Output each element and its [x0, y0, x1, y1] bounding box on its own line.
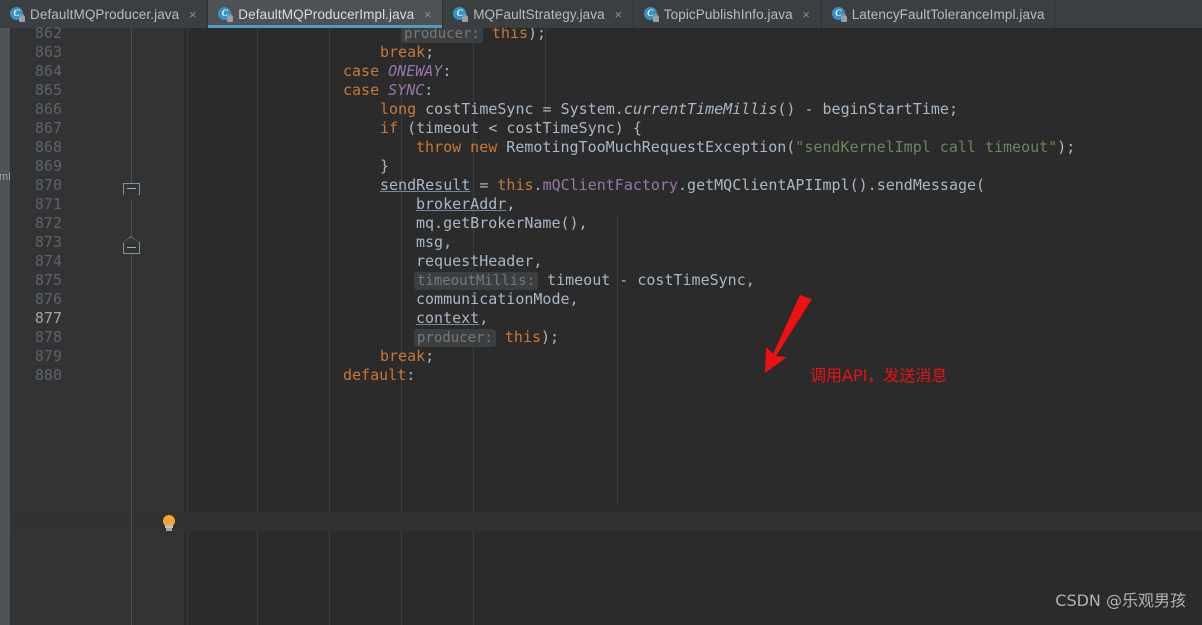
- java-class-icon: C: [831, 7, 847, 22]
- line-number: 870: [34, 176, 62, 194]
- line-number: 863: [34, 43, 62, 61]
- line-number: 875: [34, 271, 62, 289]
- tab-label: TopicPublishInfo.java: [663, 6, 793, 22]
- lock-overlay-icon: [19, 14, 25, 22]
- line-number: 866: [34, 100, 62, 118]
- line-number: 876: [34, 290, 62, 308]
- tab-close-icon[interactable]: ×: [613, 8, 624, 21]
- fold-region-line: [131, 28, 132, 625]
- code-line-866: long costTimeSync = System.currentTimeMi…: [380, 100, 958, 118]
- tab-DefaultMQProducerImpl-java[interactable]: C DefaultMQProducerImpl.java ×: [208, 0, 444, 28]
- tab-MQFaultStrategy-java[interactable]: C MQFaultStrategy.java ×: [443, 0, 634, 28]
- line-number: 864: [34, 62, 62, 80]
- code-line-869: }: [380, 157, 390, 175]
- caret-line-highlight: [184, 512, 1202, 531]
- line-number: 865: [34, 81, 62, 99]
- code-line-875: timeoutMillis: timeout - costTimeSync,: [414, 271, 755, 290]
- code-line-876: communicationMode,: [416, 290, 579, 308]
- tab-close-icon[interactable]: ×: [422, 8, 433, 21]
- line-number: 871: [34, 195, 62, 213]
- line-number: 867: [34, 119, 62, 137]
- code-line-867: if (timeout < costTimeSync) {: [380, 119, 642, 137]
- line-number: 869: [34, 157, 62, 175]
- tab-label: DefaultMQProducerImpl.java: [238, 6, 415, 22]
- collapsed-strip-text: mBBFCRSST: [0, 171, 10, 183]
- tab-LatencyFaultToleranceImpl-java[interactable]: C LatencyFaultToleranceImpl.java: [822, 0, 1055, 28]
- editor-gutter[interactable]: 862 863 864 865 866 867 868 869 870 871 …: [10, 24, 184, 625]
- code-line-873: msg,: [416, 233, 453, 251]
- lock-overlay-icon: [652, 14, 659, 22]
- lock-overlay-icon: [840, 14, 847, 22]
- annotation-text: 调用API，发送消息: [810, 366, 948, 385]
- code-fold-collapse-icon[interactable]: [123, 183, 140, 201]
- caret-line-gutter-highlight: [10, 512, 184, 531]
- line-number: 868: [34, 138, 62, 156]
- java-class-icon: C: [218, 7, 234, 22]
- editor-tab-bar: C DefaultMQProducer.java × C DefaultMQPr…: [0, 0, 1202, 28]
- code-line-868: throw new RemotingTooMuchRequestExceptio…: [416, 138, 1076, 156]
- line-number: 874: [34, 252, 62, 270]
- ide-window: C DefaultMQProducer.java × C DefaultMQPr…: [0, 0, 1202, 625]
- java-class-icon: C: [643, 7, 659, 22]
- line-number: 878: [34, 328, 62, 346]
- code-line-879: break;: [380, 347, 435, 365]
- lock-overlay-icon: [227, 14, 234, 22]
- tab-close-icon[interactable]: ×: [187, 8, 198, 21]
- code-line-880: default:: [343, 366, 416, 384]
- collapsed-tool-window-strip[interactable]: mBBFCRSST: [0, 28, 10, 625]
- tab-TopicPublishInfo-java[interactable]: C TopicPublishInfo.java ×: [634, 0, 822, 28]
- lightbulb-icon[interactable]: [160, 515, 178, 533]
- code-line-865: case SYNC:: [343, 81, 434, 99]
- java-class-icon: C: [10, 7, 25, 22]
- tab-label: MQFaultStrategy.java: [473, 6, 605, 22]
- line-number: 879: [34, 347, 62, 365]
- code-line-877: context,: [416, 309, 489, 327]
- code-line-870: sendResult = this.mQClientFactory.getMQC…: [380, 176, 986, 194]
- line-number: 880: [34, 366, 62, 384]
- java-class-icon: C: [453, 7, 469, 22]
- line-number: 862: [34, 24, 62, 42]
- tab-label: LatencyFaultToleranceImpl.java: [851, 6, 1045, 22]
- code-fold-end-icon[interactable]: [123, 236, 140, 254]
- csdn-watermark: CSDN @乐观男孩: [1055, 591, 1186, 610]
- code-editor[interactable]: producer: this); break; case ONEWAY: cas…: [184, 28, 1202, 625]
- tab-label: DefaultMQProducer.java: [30, 6, 180, 22]
- line-number: 872: [34, 214, 62, 232]
- code-line-878: producer: this);: [414, 328, 559, 347]
- line-number: 873: [34, 233, 62, 251]
- code-line-864: case ONEWAY:: [343, 62, 452, 80]
- code-line-872: mq.getBrokerName(),: [416, 214, 588, 232]
- code-line-871: brokerAddr,: [416, 195, 516, 213]
- lock-overlay-icon: [462, 14, 469, 22]
- code-line-874: requestHeader,: [416, 252, 543, 270]
- code-line-863: break;: [380, 43, 435, 61]
- code-line-862: producer: this);: [401, 28, 546, 43]
- tab-close-icon[interactable]: ×: [801, 8, 812, 21]
- line-number-current: 877: [34, 309, 62, 327]
